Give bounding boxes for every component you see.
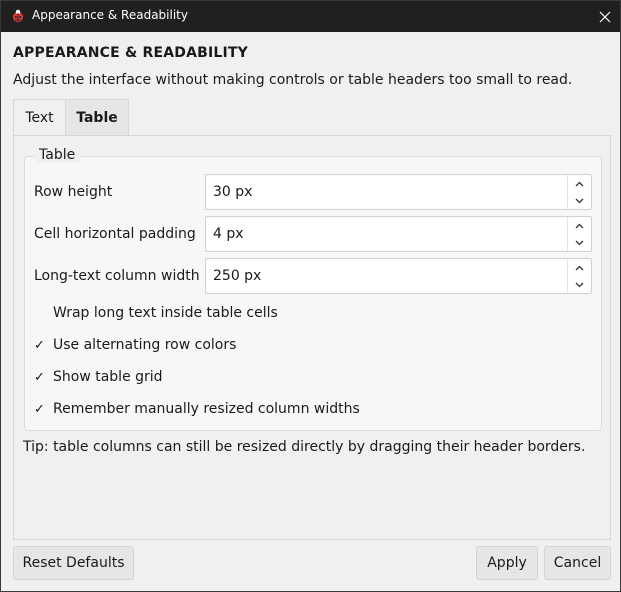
spin-buttons	[567, 217, 591, 251]
ladybug-icon	[13, 9, 23, 23]
wrap-text-checkbox[interactable]: Wrap long text inside table cells	[34, 303, 278, 323]
cell-padding-spinbox[interactable]: 4 px	[205, 216, 592, 252]
spin-up-button[interactable]	[568, 217, 591, 234]
dialog-heading: APPEARANCE & READABILITY	[13, 45, 249, 61]
table-tab-pane: Table Row height 30 px Cell horizontal p…	[13, 135, 611, 540]
dialog-subtitle: Adjust the interface without making cont…	[13, 72, 573, 88]
chevron-down-icon	[575, 282, 584, 287]
column-width-label: Long-text column width	[34, 268, 200, 284]
spin-down-button[interactable]	[568, 192, 591, 209]
title-bar[interactable]: Appearance & Readability	[1, 1, 620, 32]
checkmark-icon: ✓	[34, 369, 45, 385]
checkmark-icon: ✓	[34, 337, 45, 353]
row-height-value[interactable]: 30 px	[213, 184, 252, 200]
spin-buttons	[567, 175, 591, 209]
spin-up-button[interactable]	[568, 175, 591, 192]
cell-padding-value[interactable]: 4 px	[213, 226, 244, 242]
spin-buttons	[567, 259, 591, 293]
cell-padding-label: Cell horizontal padding	[34, 226, 196, 242]
alternating-rows-checkbox[interactable]: ✓ Use alternating row colors	[34, 335, 236, 355]
checkmark-icon: ✓	[34, 401, 45, 417]
checkbox-label: Show table grid	[53, 369, 163, 385]
tab-text[interactable]: Text	[13, 99, 66, 136]
chevron-up-icon	[575, 181, 584, 186]
checkbox-label: Wrap long text inside table cells	[53, 305, 278, 321]
chevron-down-icon	[575, 198, 584, 203]
checkbox-label: Use alternating row colors	[53, 337, 237, 353]
row-height-spinbox[interactable]: 30 px	[205, 174, 592, 210]
dialog-window: Appearance & Readability APPEARANCE & RE…	[0, 0, 621, 592]
spin-up-button[interactable]	[568, 259, 591, 276]
spin-down-button[interactable]	[568, 276, 591, 293]
apply-button[interactable]: Apply	[476, 546, 538, 580]
show-grid-checkbox[interactable]: ✓ Show table grid	[34, 367, 163, 387]
column-width-spinbox[interactable]: 250 px	[205, 258, 592, 294]
column-width-value[interactable]: 250 px	[213, 268, 261, 284]
close-icon	[599, 11, 611, 22]
window-title: Appearance & Readability	[32, 8, 188, 22]
reset-defaults-button[interactable]: Reset Defaults	[13, 546, 134, 580]
cancel-button[interactable]: Cancel	[544, 546, 611, 580]
table-groupbox: Table Row height 30 px Cell horizontal p…	[24, 147, 602, 431]
close-button[interactable]	[590, 1, 620, 32]
chevron-down-icon	[575, 240, 584, 245]
tip-text: Tip: table columns can still be resized …	[23, 439, 586, 455]
chevron-up-icon	[575, 265, 584, 270]
tab-table[interactable]: Table	[65, 99, 129, 136]
chevron-up-icon	[575, 223, 584, 228]
spin-down-button[interactable]	[568, 234, 591, 251]
group-title: Table	[34, 147, 81, 163]
remember-widths-checkbox[interactable]: ✓ Remember manually resized column width…	[34, 399, 360, 419]
checkbox-label: Remember manually resized column widths	[53, 401, 360, 417]
row-height-label: Row height	[34, 184, 113, 200]
